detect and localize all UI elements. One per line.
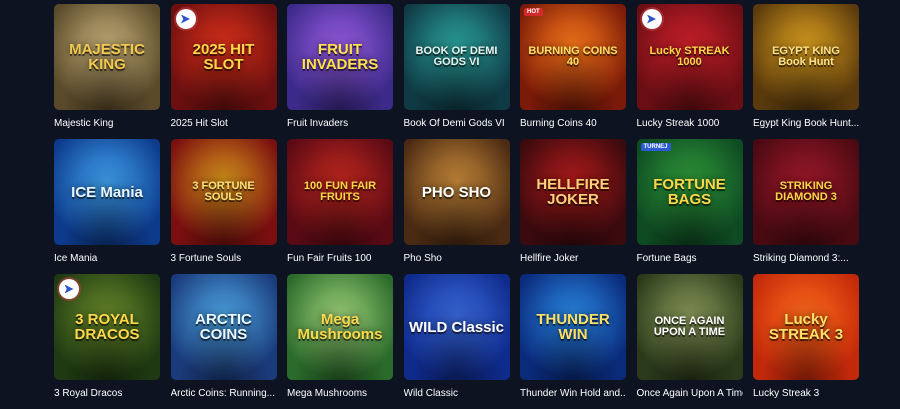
game-title[interactable]: Fruit Invaders xyxy=(287,118,393,130)
game-title[interactable]: 3 Royal Dracos xyxy=(54,388,160,400)
game-card[interactable]: HOT BURNING COINS 40 Burning Coins 40 xyxy=(520,4,626,139)
game-logo: ICE Mania xyxy=(71,183,143,201)
game-card[interactable]: MAJESTIC KING Majestic King xyxy=(54,4,160,139)
provider-icon xyxy=(175,9,196,29)
game-title[interactable]: Fun Fair Fruits 100 xyxy=(287,253,393,265)
game-card[interactable]: PHO SHO Pho Sho xyxy=(403,139,510,274)
game-title[interactable]: Burning Coins 40 xyxy=(520,118,626,130)
game-logo: 3 FORTUNE SOULS xyxy=(192,180,255,203)
game-thumbnail[interactable]: MAJESTIC KING xyxy=(54,4,160,110)
game-logo: ONCE AGAIN UPON A TIME xyxy=(653,315,726,338)
game-title[interactable]: Lucky Streak 1000 xyxy=(637,118,743,130)
game-card[interactable]: ARCTIC COINS Arctic Coins: Running... xyxy=(170,274,277,409)
game-thumbnail[interactable]: ARCTIC COINS xyxy=(170,274,277,380)
game-logo: FRUIT INVADERS xyxy=(301,41,379,73)
game-card[interactable]: BOOK OF DEMI GODS VI Book Of Demi Gods V… xyxy=(403,4,510,139)
game-thumbnail[interactable]: PHO SHO xyxy=(403,139,510,245)
game-thumbnail[interactable]: WILD Classic xyxy=(403,274,510,380)
game-thumbnail[interactable]: Lucky STREAK 3 xyxy=(753,274,859,380)
game-card[interactable]: 3 FORTUNE SOULS 3 Fortune Souls xyxy=(170,139,277,274)
game-title[interactable]: Hellfire Joker xyxy=(520,253,626,265)
game-title[interactable]: Arctic Coins: Running... xyxy=(171,388,277,400)
game-card[interactable]: Lucky STREAK 3 Lucky Streak 3 xyxy=(753,274,859,409)
game-title[interactable]: Pho Sho xyxy=(404,253,510,265)
game-thumbnail[interactable]: 100 FUN FAIR FRUITS xyxy=(287,139,393,245)
game-title[interactable]: Egypt King Book Hunt... xyxy=(753,118,859,130)
game-thumbnail[interactable]: Lucky STREAK 1000 xyxy=(636,4,743,110)
game-logo: EGYPT KING Book Hunt xyxy=(772,45,840,68)
game-logo: Lucky STREAK 3 xyxy=(768,311,844,343)
game-title[interactable]: Book Of Demi Gods VI xyxy=(404,118,510,130)
game-logo: FORTUNE BAGS xyxy=(653,176,726,208)
provider-icon xyxy=(59,279,79,299)
game-card[interactable]: FRUIT INVADERS Fruit Invaders xyxy=(287,4,393,139)
game-thumbnail[interactable]: BOOK OF DEMI GODS VI xyxy=(403,4,510,110)
game-logo: 2025 HIT SLOT xyxy=(192,41,255,73)
game-title[interactable]: Ice Mania xyxy=(54,253,160,265)
game-card[interactable]: THUNDER WIN Thunder Win Hold and... xyxy=(520,274,626,409)
game-title[interactable]: Once Again Upon A Time xyxy=(637,388,743,400)
game-card[interactable]: HELLFIRE JOKER Hellfire Joker xyxy=(520,139,626,274)
game-logo: 3 ROYAL DRACOS xyxy=(74,311,140,343)
game-logo: WILD Classic xyxy=(408,318,505,336)
game-thumbnail[interactable]: 2025 HIT SLOT xyxy=(170,4,277,110)
provider-icon xyxy=(641,9,662,29)
game-thumbnail[interactable]: HELLFIRE JOKER xyxy=(520,139,626,245)
game-thumbnail[interactable]: FRUIT INVADERS xyxy=(287,4,393,110)
game-card[interactable]: 3 ROYAL DRACOS 3 Royal Dracos xyxy=(54,274,160,409)
game-title[interactable]: Wild Classic xyxy=(404,388,510,400)
game-thumbnail[interactable]: STRIKING DIAMOND 3 xyxy=(753,139,859,245)
game-card[interactable]: 100 FUN FAIR FRUITS Fun Fair Fruits 100 xyxy=(287,139,393,274)
game-thumbnail[interactable]: EGYPT KING Book Hunt xyxy=(753,4,859,110)
game-title[interactable]: 2025 Hit Slot xyxy=(171,118,277,130)
game-logo: BOOK OF DEMI GODS VI xyxy=(415,45,498,68)
game-logo: STRIKING DIAMOND 3 xyxy=(775,180,837,203)
game-title[interactable]: Lucky Streak 3 xyxy=(753,388,859,400)
game-logo: PHO SHO xyxy=(421,183,492,201)
game-badge: TURNEJ xyxy=(640,143,671,151)
game-card[interactable]: EGYPT KING Book Hunt Egypt King Book Hun… xyxy=(753,4,859,139)
game-badge: HOT xyxy=(524,8,543,16)
game-thumbnail[interactable]: Mega Mushrooms xyxy=(287,274,393,380)
game-title[interactable]: Striking Diamond 3:... xyxy=(753,253,859,265)
game-thumbnail[interactable]: 3 ROYAL DRACOS xyxy=(54,274,160,380)
game-card[interactable]: STRIKING DIAMOND 3 Striking Diamond 3:..… xyxy=(753,139,859,274)
game-card[interactable]: ICE Mania Ice Mania xyxy=(54,139,160,274)
game-thumbnail[interactable]: HOT BURNING COINS 40 xyxy=(520,4,626,110)
game-logo: THUNDER WIN xyxy=(536,311,610,343)
game-card[interactable]: TURNEJ FORTUNE BAGS Fortune Bags xyxy=(636,139,743,274)
game-logo: 100 FUN FAIR FRUITS xyxy=(303,180,377,203)
game-logo: BURNING COINS 40 xyxy=(528,45,618,68)
game-card[interactable]: ONCE AGAIN UPON A TIME Once Again Upon A… xyxy=(636,274,743,409)
game-thumbnail[interactable]: 3 FORTUNE SOULS xyxy=(170,139,277,245)
game-title[interactable]: Fortune Bags xyxy=(637,253,743,265)
game-thumbnail[interactable]: THUNDER WIN xyxy=(520,274,626,380)
game-title[interactable]: Majestic King xyxy=(54,118,160,130)
game-grid: MAJESTIC KING Majestic King 2025 HIT SLO… xyxy=(54,4,859,409)
game-thumbnail[interactable]: ICE Mania xyxy=(54,139,160,245)
game-thumbnail[interactable]: TURNEJ FORTUNE BAGS xyxy=(636,139,743,245)
game-thumbnail[interactable]: ONCE AGAIN UPON A TIME xyxy=(636,274,743,380)
game-logo: MAJESTIC KING xyxy=(69,41,145,73)
game-title[interactable]: Thunder Win Hold and... xyxy=(520,388,626,400)
game-card[interactable]: 2025 HIT SLOT 2025 Hit Slot xyxy=(170,4,277,139)
game-card[interactable]: Mega Mushrooms Mega Mushrooms xyxy=(287,274,393,409)
game-logo: ARCTIC COINS xyxy=(195,311,252,343)
game-title[interactable]: 3 Fortune Souls xyxy=(171,253,277,265)
game-logo: Lucky STREAK 1000 xyxy=(649,45,730,68)
game-logo: HELLFIRE JOKER xyxy=(536,176,610,208)
game-card[interactable]: WILD Classic Wild Classic xyxy=(403,274,510,409)
game-card[interactable]: Lucky STREAK 1000 Lucky Streak 1000 xyxy=(636,4,743,139)
game-title[interactable]: Mega Mushrooms xyxy=(287,388,393,400)
game-logo: Mega Mushrooms xyxy=(297,311,383,343)
